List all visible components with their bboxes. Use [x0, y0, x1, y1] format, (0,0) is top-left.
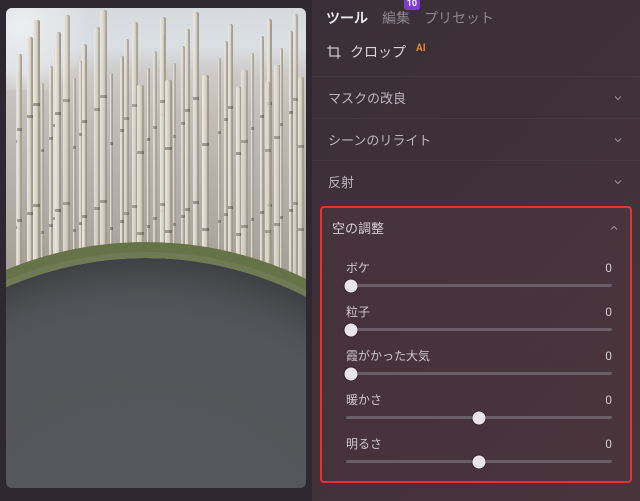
slider-bright-thumb[interactable]	[473, 455, 486, 468]
chevron-down-icon	[612, 176, 624, 188]
slider-grain-label: 粒子	[346, 303, 370, 320]
chevron-up-icon	[608, 222, 620, 234]
slider-haze-track[interactable]	[346, 372, 612, 375]
chevron-down-icon	[612, 92, 624, 104]
tab-edit-label: 編集	[382, 11, 410, 27]
slider-grain-thumb[interactable]	[345, 323, 358, 336]
photo-sky	[6, 8, 84, 90]
preview-photo[interactable]	[6, 8, 306, 488]
tab-presets[interactable]: プリセット	[424, 8, 494, 28]
section-relight-head[interactable]: シーンのリライト	[312, 119, 640, 160]
section-reflect-title: 反射	[328, 172, 354, 191]
slider-bright-label: 明るさ	[346, 435, 382, 452]
section-mask: マスクの改良	[312, 76, 640, 118]
image-preview-area	[0, 0, 312, 501]
section-reflect: 反射	[312, 160, 640, 202]
panel-tabs: ツール 編集 10 プリセット	[312, 0, 640, 32]
crop-ai-badge: AI	[416, 43, 426, 54]
slider-warmth-thumb[interactable]	[473, 411, 486, 424]
crop-icon	[326, 44, 342, 60]
slider-haze: 霞がかった大気 0	[346, 347, 612, 375]
slider-bokeh-track[interactable]	[346, 284, 612, 287]
slider-grain-track[interactable]	[346, 328, 612, 331]
section-sky-title: 空の調整	[332, 218, 384, 237]
slider-grain-value: 0	[605, 305, 612, 319]
slider-bokeh: ボケ 0	[346, 259, 612, 287]
sky-sliders: ボケ 0 粒子 0	[322, 245, 630, 463]
side-panel: ツール 編集 10 プリセット クロップ AI マスクの改良	[312, 0, 640, 501]
slider-warmth-track[interactable]	[346, 416, 612, 419]
tab-edit-badge: 10	[404, 0, 420, 10]
slider-bright-track[interactable]	[346, 460, 612, 463]
slider-haze-thumb[interactable]	[345, 367, 358, 380]
photo-road	[6, 258, 306, 488]
slider-haze-label: 霞がかった大気	[346, 347, 430, 364]
slider-bright-value: 0	[605, 437, 612, 451]
crop-label: クロップ	[350, 42, 406, 62]
slider-haze-value: 0	[605, 349, 612, 363]
tab-edit[interactable]: 編集 10	[382, 8, 410, 28]
section-reflect-head[interactable]: 反射	[312, 161, 640, 202]
section-relight: シーンのリライト	[312, 118, 640, 160]
slider-bright: 明るさ 0	[346, 435, 612, 463]
section-mask-title: マスクの改良	[328, 88, 406, 107]
slider-warmth-value: 0	[605, 393, 612, 407]
app-root: ツール 編集 10 プリセット クロップ AI マスクの改良	[0, 0, 640, 501]
section-mask-head[interactable]: マスクの改良	[312, 77, 640, 118]
section-sky-highlight: 空の調整 ボケ 0 粒子	[320, 206, 632, 483]
chevron-down-icon	[612, 134, 624, 146]
slider-warmth: 暖かさ 0	[346, 391, 612, 419]
crop-tool-row[interactable]: クロップ AI	[312, 32, 640, 76]
slider-bokeh-label: ボケ	[346, 259, 370, 276]
slider-bokeh-value: 0	[605, 261, 612, 275]
slider-bokeh-thumb[interactable]	[345, 279, 358, 292]
tab-tools[interactable]: ツール	[326, 8, 368, 28]
section-relight-title: シーンのリライト	[328, 130, 431, 149]
slider-warmth-label: 暖かさ	[346, 391, 382, 408]
slider-grain: 粒子 0	[346, 303, 612, 331]
section-sky-head[interactable]: 空の調整	[322, 208, 630, 245]
